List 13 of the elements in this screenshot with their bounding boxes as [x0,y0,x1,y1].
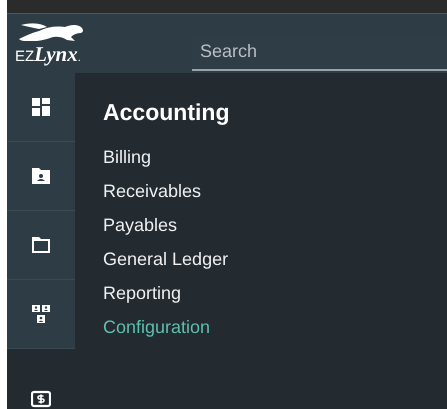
menu-link[interactable]: Reporting [103,276,230,310]
menu-link[interactable]: Receivables [103,174,230,208]
contact-folder-icon [31,166,51,186]
menu-link[interactable]: Configuration [103,310,230,344]
menu-link[interactable]: Payables [103,208,230,242]
menu-link[interactable]: Billing [103,140,230,174]
dashboard-icon [31,97,51,117]
menu-title: Accounting [103,99,230,126]
logo-wordmark[interactable]: EZLynx. [15,42,81,68]
folder-icon [31,235,51,255]
dollar-icon [31,389,51,409]
org-chart-icon [31,304,51,324]
menu-link[interactable]: General Ledger [103,242,230,276]
